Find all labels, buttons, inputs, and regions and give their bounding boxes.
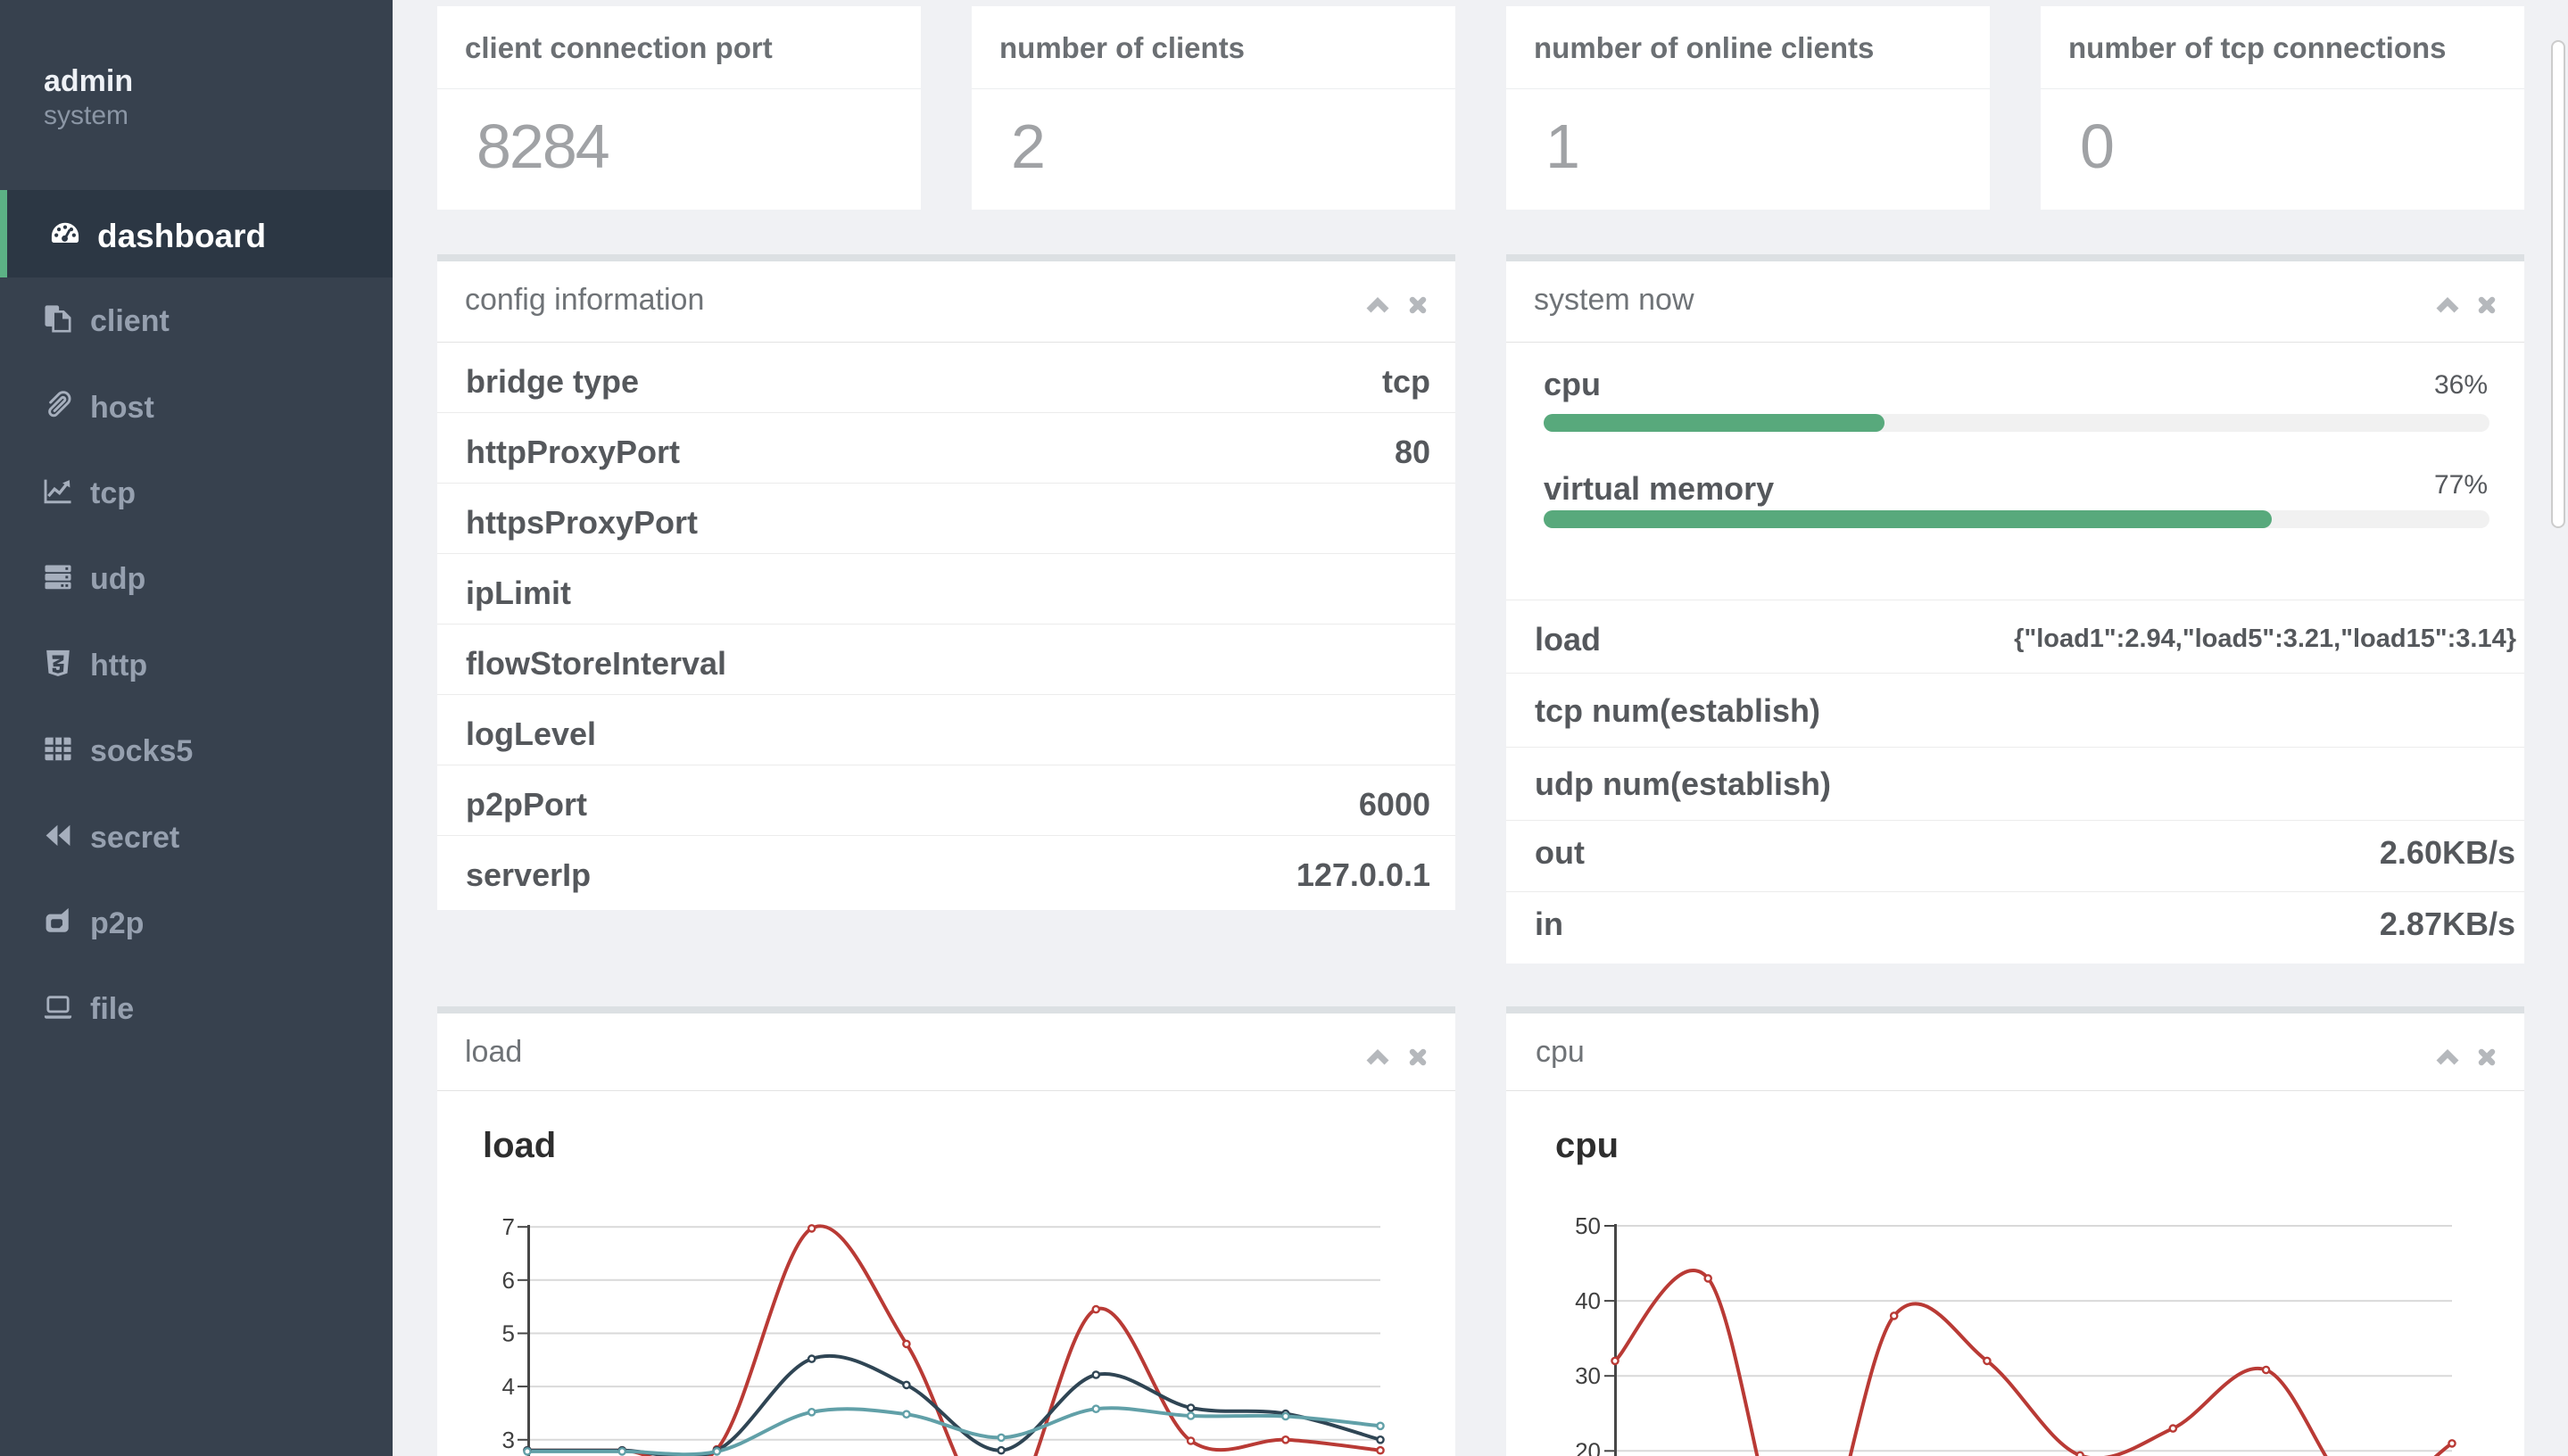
svg-text:20: 20 bbox=[1575, 1437, 1601, 1456]
svg-text:3: 3 bbox=[502, 1427, 515, 1453]
svg-text:50: 50 bbox=[1575, 1212, 1601, 1239]
svg-text:5: 5 bbox=[502, 1320, 515, 1347]
svg-text:30: 30 bbox=[1575, 1362, 1601, 1389]
svg-text:4: 4 bbox=[502, 1373, 515, 1400]
svg-text:40: 40 bbox=[1575, 1287, 1601, 1314]
svg-text:7: 7 bbox=[502, 1213, 515, 1240]
svg-text:6: 6 bbox=[502, 1267, 515, 1294]
